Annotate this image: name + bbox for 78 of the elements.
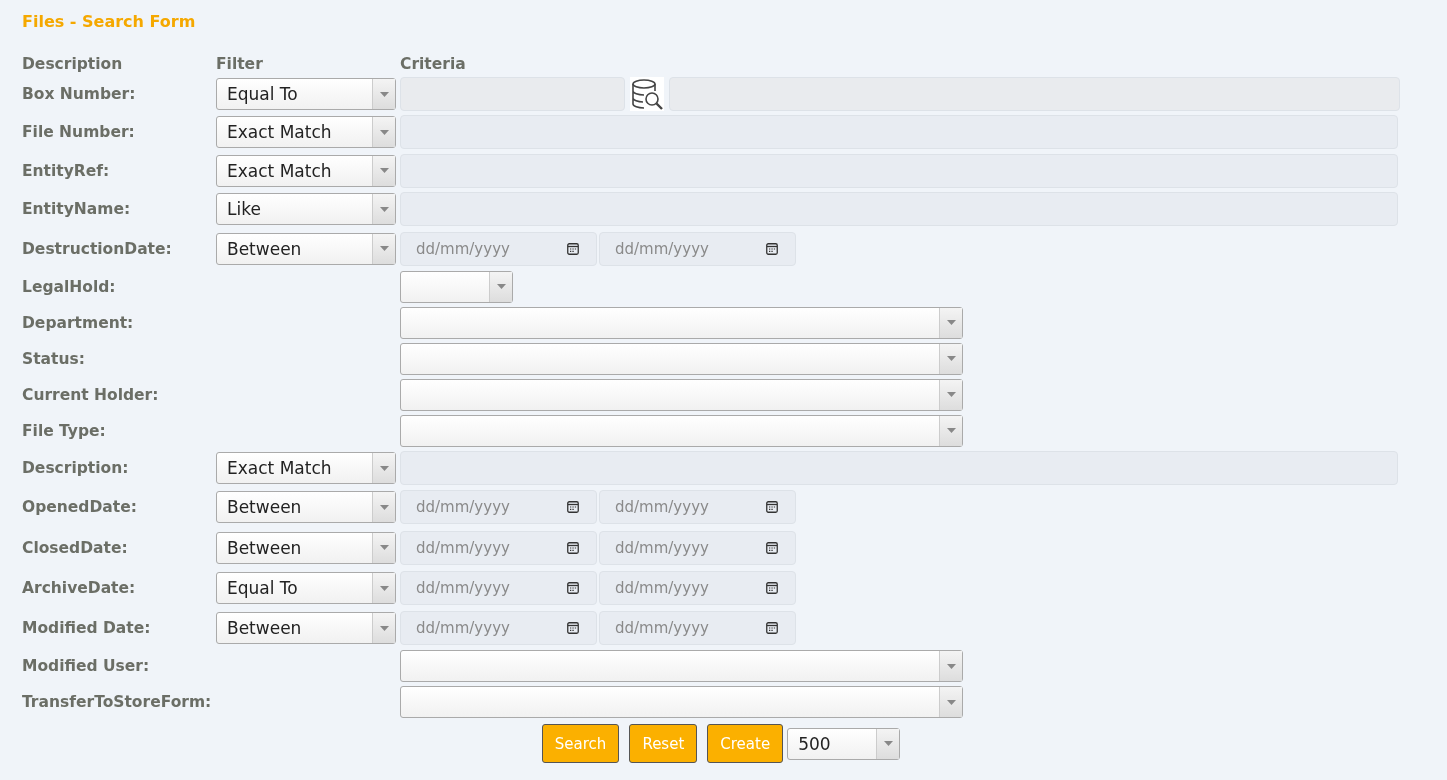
- column-header: Filter: [216, 55, 264, 73]
- dropdown[interactable]: [400, 378, 963, 411]
- field-label: File Type:: [22, 421, 107, 440]
- form-title: Files - Search Form: [22, 11, 197, 33]
- caret-icon: [946, 356, 956, 362]
- date-field[interactable]: dd/mm/yyyy: [599, 490, 796, 525]
- date-field[interactable]: dd/mm/yyyy: [599, 571, 796, 606]
- calendar-icon[interactable]: [766, 541, 778, 554]
- field-label: EntityRef:: [22, 161, 111, 180]
- date-field[interactable]: dd/mm/yyyy: [400, 530, 597, 565]
- field-label: EntityName:: [22, 200, 132, 219]
- caret-icon: [496, 284, 506, 290]
- calendar-icon[interactable]: [766, 622, 778, 635]
- filter-dropdown[interactable]: Exact Match: [216, 154, 396, 187]
- calendar-icon[interactable]: [766, 582, 778, 595]
- caret-icon: [946, 664, 956, 669]
- filter-dropdown[interactable]: Between: [216, 531, 396, 564]
- dropdown[interactable]: [400, 306, 963, 339]
- filter-dropdown[interactable]: Between: [216, 612, 396, 645]
- field-label: Modified Date:: [22, 619, 152, 638]
- caret-icon: [379, 246, 389, 252]
- calendar-icon[interactable]: [567, 582, 579, 595]
- calendar-icon[interactable]: [766, 242, 778, 255]
- date-field[interactable]: dd/mm/yyyy: [400, 611, 597, 646]
- dropdown[interactable]: [400, 650, 963, 683]
- field-label: Department:: [22, 313, 135, 332]
- field-label: ArchiveDate:: [22, 579, 137, 598]
- field-label: ClosedDate:: [22, 538, 129, 557]
- calendar-icon[interactable]: [567, 622, 579, 635]
- calendar-icon[interactable]: [766, 501, 778, 514]
- date-field[interactable]: dd/mm/yyyy: [400, 231, 597, 266]
- date-field[interactable]: dd/mm/yyyy: [400, 490, 597, 525]
- field-label: TransferToStoreForm:: [22, 693, 213, 712]
- dropdown[interactable]: [400, 686, 963, 719]
- caret-icon: [379, 585, 389, 591]
- column-header: Criteria: [400, 55, 467, 73]
- filter-dropdown[interactable]: Equal To: [216, 572, 396, 605]
- caret-icon: [379, 129, 389, 135]
- database-search-icon[interactable]: [630, 77, 664, 111]
- dropdown[interactable]: [400, 270, 513, 303]
- caret-icon: [379, 465, 389, 471]
- calendar-icon[interactable]: [567, 501, 579, 514]
- field-label: File Number:: [22, 123, 136, 142]
- field-label: Description:: [22, 459, 130, 478]
- page-size-dropdown[interactable]: 500: [787, 728, 901, 760]
- date-field[interactable]: dd/mm/yyyy: [599, 611, 796, 646]
- caret-icon: [379, 545, 389, 551]
- caret-icon: [946, 392, 956, 398]
- field-label: Status:: [22, 349, 86, 368]
- column-header: Description: [22, 55, 124, 73]
- caret-icon: [379, 504, 389, 510]
- field-label: LegalHold:: [22, 277, 117, 296]
- field-label: Box Number:: [22, 85, 137, 103]
- field-label: OpenedDate:: [22, 498, 138, 517]
- filter-dropdown[interactable]: Exact Match: [216, 116, 396, 149]
- filter-dropdown[interactable]: Like: [216, 193, 396, 226]
- date-field[interactable]: dd/mm/yyyy: [599, 231, 796, 266]
- calendar-icon[interactable]: [567, 541, 579, 554]
- caret-icon: [379, 206, 389, 212]
- field-label: Current Holder:: [22, 385, 160, 404]
- filter-dropdown[interactable]: Equal To: [216, 78, 396, 110]
- caret-icon: [946, 428, 956, 434]
- filter-dropdown[interactable]: Exact Match: [216, 452, 396, 485]
- caret-icon: [946, 700, 956, 705]
- filter-dropdown[interactable]: Between: [216, 491, 396, 524]
- dropdown[interactable]: [400, 342, 963, 375]
- caret-icon: [379, 625, 389, 631]
- calendar-icon[interactable]: [567, 242, 579, 255]
- filter-dropdown[interactable]: Between: [216, 232, 396, 265]
- dropdown[interactable]: [400, 414, 963, 447]
- date-field[interactable]: dd/mm/yyyy: [400, 571, 597, 606]
- field-label: Modified User:: [22, 657, 151, 676]
- caret-icon: [883, 741, 893, 747]
- field-label: DestructionDate:: [22, 239, 173, 258]
- date-field[interactable]: dd/mm/yyyy: [599, 530, 796, 565]
- caret-icon: [379, 91, 389, 97]
- caret-icon: [379, 168, 389, 174]
- caret-icon: [946, 320, 956, 326]
